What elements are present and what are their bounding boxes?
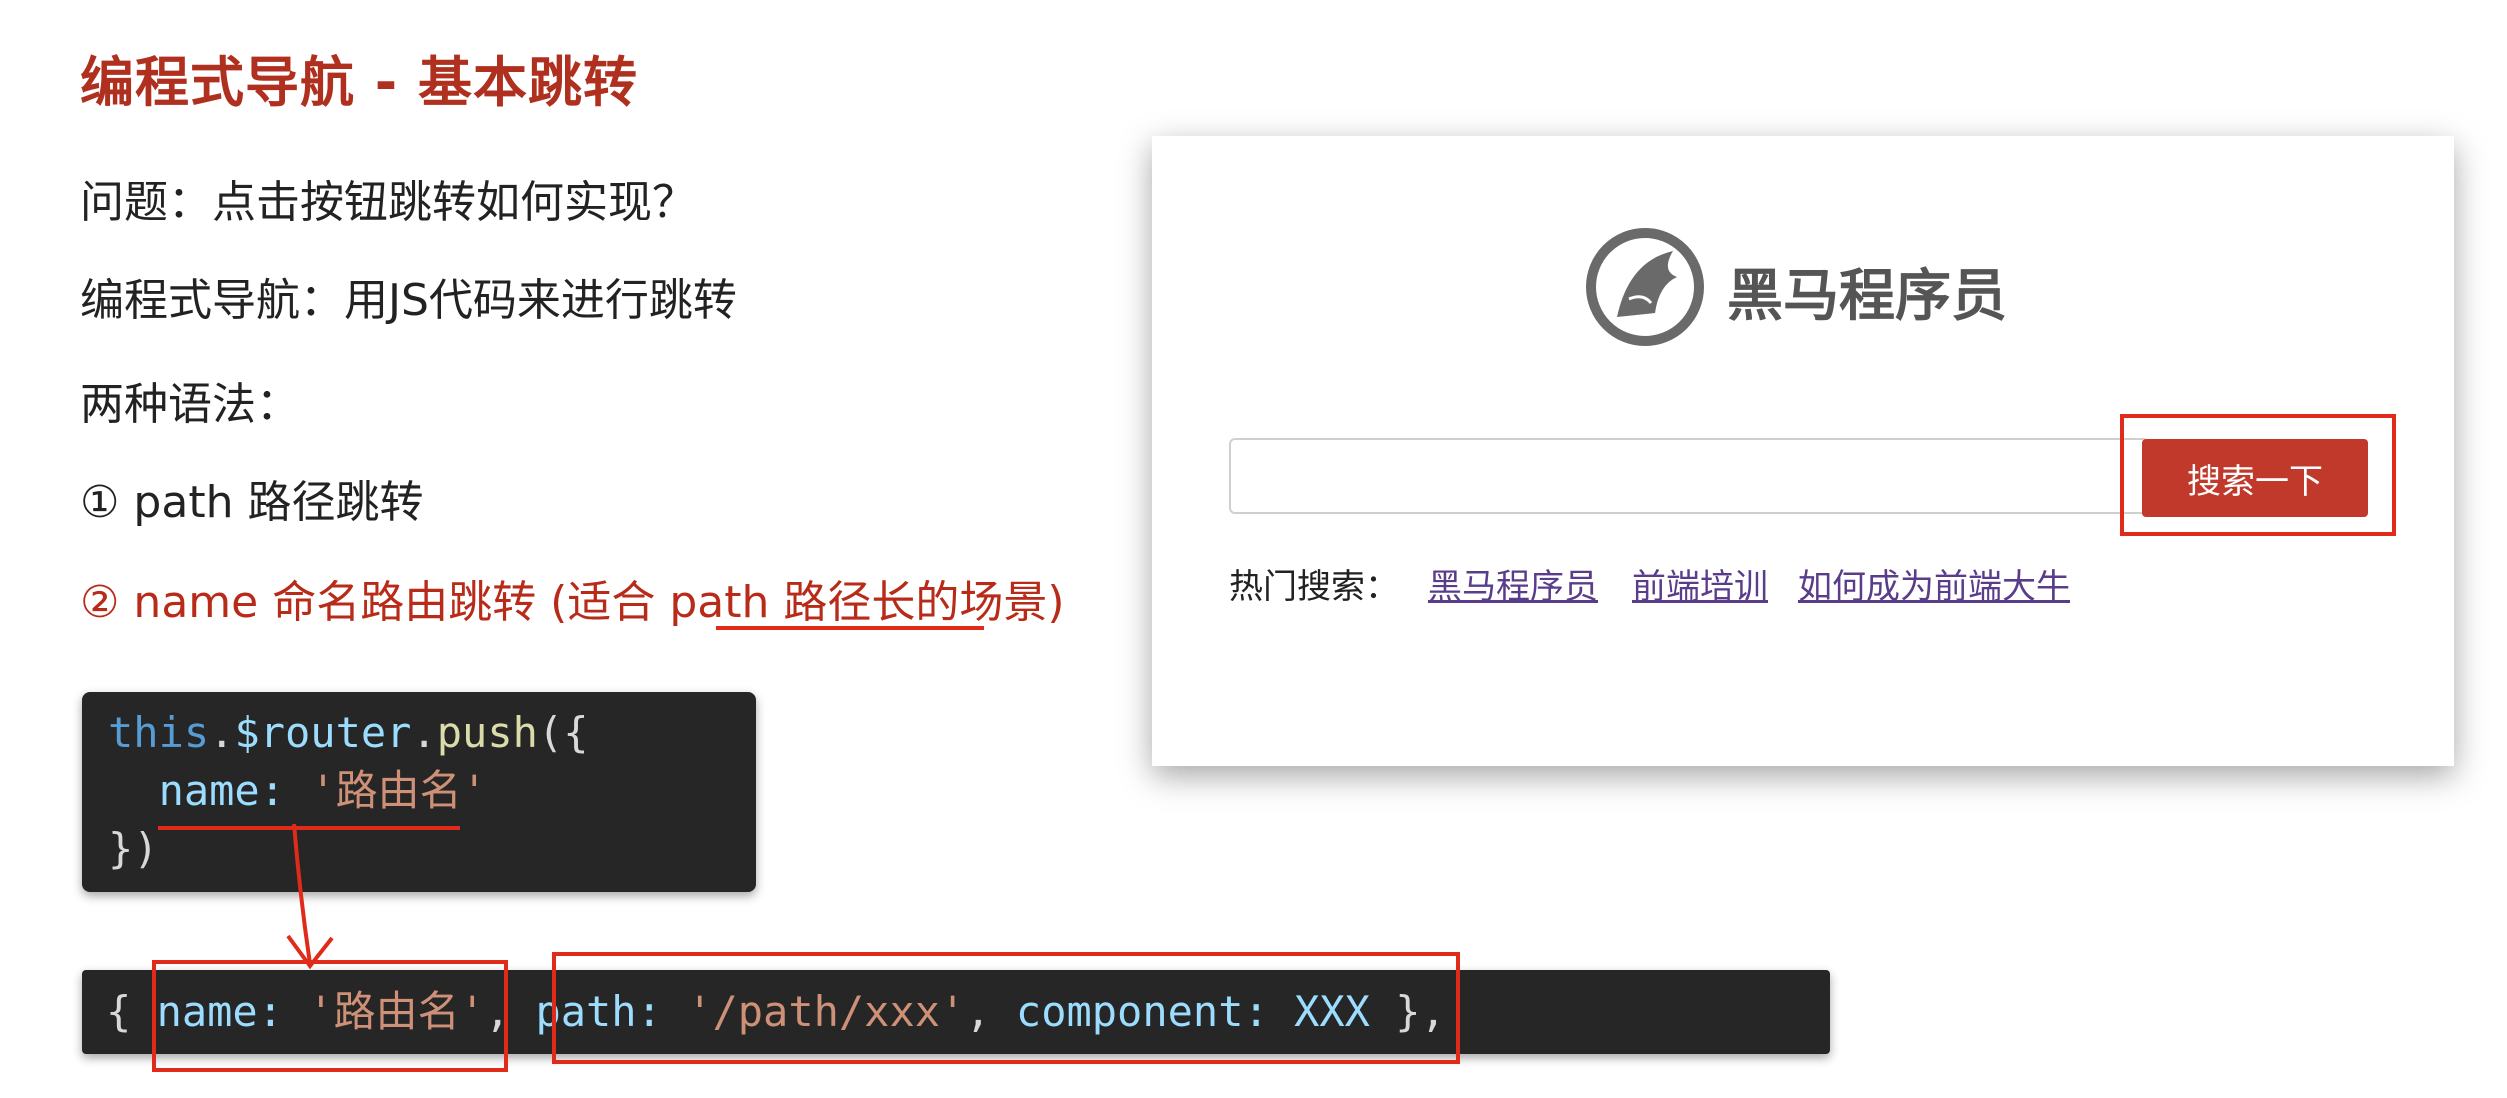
option-name: ② name 命名路由跳转 (适合 path 路径长的场景): [80, 577, 1065, 628]
code-paren: ({: [537, 708, 589, 757]
code-push: push: [436, 708, 538, 757]
syntax-label: 两种语法：: [80, 379, 300, 430]
hot-search-label: 热门搜索：: [1229, 567, 1399, 607]
question-text: 问题：点击按钮跳转如何实现？: [80, 177, 696, 228]
code-block-push: this.$router.push({ name: '路由名' }): [82, 692, 756, 892]
code-this: this: [108, 708, 210, 757]
option-path: ① path 路径跳转: [80, 477, 424, 528]
slide-title: 编程式导航 - 基本跳转: [80, 51, 639, 114]
brand-name: 黑马程序员: [1727, 264, 2007, 329]
path-component-highlight-box: [552, 952, 1460, 1064]
code-close: }): [108, 824, 159, 873]
code-name-key: name:: [158, 766, 286, 815]
horse-logo-icon: [1586, 228, 1704, 346]
hot-link-heima[interactable]: 黑马程序员: [1428, 559, 1598, 608]
code-dot: .: [209, 708, 235, 757]
underline-annotation: [716, 626, 984, 630]
code-open: {: [106, 987, 157, 1036]
search-page-preview: 黑马程序员 搜索一下 热门搜索： 黑马程序员 前端培训 如何成为前端大牛: [1152, 136, 2454, 766]
brand-logo: 黑马程序员: [1577, 221, 2037, 351]
search-input[interactable]: [1229, 438, 2149, 514]
name-highlight-box: [152, 960, 508, 1072]
hot-link-become-expert[interactable]: 如何成为前端大牛: [1798, 559, 2070, 608]
arrow-annotation: [286, 823, 334, 970]
definition-text: 编程式导航：用JS代码来进行跳转: [80, 275, 737, 326]
search-button-highlight-box: [2120, 414, 2396, 536]
hot-link-frontend-training[interactable]: 前端培训: [1632, 559, 1768, 608]
code-router: $router: [234, 708, 412, 757]
code-dot: .: [411, 708, 437, 757]
code-name-value: '路由名': [310, 766, 487, 815]
